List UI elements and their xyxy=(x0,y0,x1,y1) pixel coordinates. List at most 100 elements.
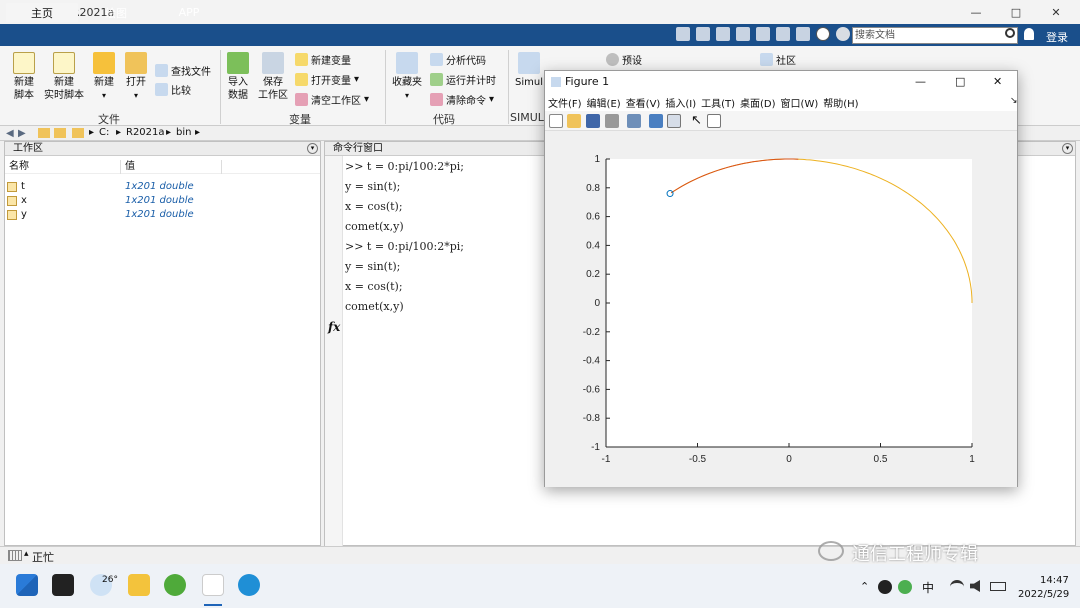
analyze-code-button[interactable]: 分析代码 xyxy=(430,51,486,67)
workspace-actions-icon[interactable]: ▾ xyxy=(307,143,318,154)
close-button[interactable]: ✕ xyxy=(1037,0,1075,24)
col-name-header[interactable]: 名称 xyxy=(9,160,29,174)
new-variable-button[interactable]: 新建变量 xyxy=(295,51,351,67)
tab-home[interactable]: 主页 xyxy=(6,3,78,22)
help-quick-icon[interactable] xyxy=(816,27,830,41)
save-figure-icon[interactable] xyxy=(586,114,600,128)
bell-icon[interactable] xyxy=(1024,28,1034,40)
compare-button[interactable]: 比较 xyxy=(155,81,191,97)
task-view-icon[interactable] xyxy=(52,574,74,596)
cut-quick-icon[interactable] xyxy=(696,27,710,41)
redo-quick-icon[interactable] xyxy=(776,27,790,41)
open-button[interactable]: 打开 ▾ xyxy=(122,52,150,102)
open-file-icon[interactable] xyxy=(567,114,581,128)
figure-maximize-button[interactable]: □ xyxy=(955,75,965,88)
find-files-button[interactable]: 查找文件 xyxy=(155,62,211,78)
wechat-icon xyxy=(818,541,844,561)
y-tick-label: 0.4 xyxy=(586,240,600,251)
workspace-row[interactable]: y 1x201 double xyxy=(5,208,320,222)
menu-file[interactable]: 文件(F) xyxy=(548,95,582,110)
preferences-button[interactable]: 预设 xyxy=(606,51,642,67)
qq-icon[interactable] xyxy=(878,580,892,594)
undo-quick-icon[interactable] xyxy=(756,27,770,41)
run-and-time-button[interactable]: 运行并计时 xyxy=(430,71,496,87)
paste-quick-icon[interactable] xyxy=(736,27,750,41)
community-button[interactable]: 社区 xyxy=(760,51,796,67)
section-variable-label: 变量 xyxy=(289,113,311,126)
find-files-label: 查找文件 xyxy=(171,66,211,78)
path-segment-bin[interactable]: bin xyxy=(176,127,191,138)
colorbar-icon[interactable] xyxy=(649,114,663,128)
clear-workspace-button[interactable]: 清空工作区 ▾ xyxy=(295,91,369,107)
ribbon-divider xyxy=(508,50,509,124)
edge-browser-icon[interactable] xyxy=(238,574,260,596)
ime-indicator[interactable]: 中 xyxy=(922,579,934,596)
col-value-header[interactable]: 值 xyxy=(125,160,135,174)
new-button[interactable]: 新建 ▾ xyxy=(90,52,118,102)
switch-windows-icon[interactable] xyxy=(796,27,810,41)
open-variable-button[interactable]: 打开变量 ▾ xyxy=(295,71,359,87)
path-segment-r2021a[interactable]: R2021a xyxy=(126,127,165,138)
import-data-button[interactable]: 导入 数据 xyxy=(224,52,252,102)
copy-quick-icon[interactable] xyxy=(716,27,730,41)
property-inspector-icon[interactable] xyxy=(707,114,721,128)
dock-arrow-icon[interactable]: ↘ xyxy=(1010,96,1018,106)
pointer-icon[interactable]: ↖ xyxy=(691,113,702,128)
variable-value: 1x201 double xyxy=(125,181,194,192)
link-plot-icon[interactable] xyxy=(627,114,641,128)
print-icon[interactable] xyxy=(605,114,619,128)
favorites-button[interactable]: 收藏夹 ▾ xyxy=(389,52,425,102)
new-live-script-button[interactable]: 新建 实时脚本 xyxy=(42,52,86,102)
clock-date[interactable]: 2022/5/29 xyxy=(1018,589,1069,600)
menu-edit[interactable]: 编辑(E) xyxy=(587,95,621,110)
path-segment-drive[interactable]: C: xyxy=(99,127,109,138)
doc-search-input[interactable]: 搜索文档 xyxy=(852,27,1018,44)
login-link[interactable]: 登录 xyxy=(1046,29,1068,45)
tab-apps[interactable]: APP xyxy=(160,3,218,22)
menu-tools[interactable]: 工具(T) xyxy=(701,95,735,110)
figure-close-button[interactable]: ✕ xyxy=(993,75,1002,88)
function-prompt-icon[interactable]: fx xyxy=(328,320,340,334)
workspace-column-headers: 名称 值 xyxy=(5,160,320,174)
tray-app-icon[interactable] xyxy=(898,580,912,594)
clear-commands-label: 清除命令 xyxy=(446,95,486,107)
menu-desktop[interactable]: 桌面(D) xyxy=(740,95,776,110)
battery-icon[interactable] xyxy=(990,582,1006,591)
workspace-row[interactable]: x 1x201 double xyxy=(5,194,320,208)
status-dropdown-icon[interactable]: ▴ xyxy=(24,549,29,559)
command-window-actions-icon[interactable]: ▾ xyxy=(1062,143,1073,154)
command-line: >> t = 0:pi/100:2*pi; xyxy=(345,160,464,173)
clear-commands-button[interactable]: 清除命令 ▾ xyxy=(430,91,494,107)
folder-icon xyxy=(125,52,147,74)
back-arrow-icon[interactable]: ◀ xyxy=(6,128,14,139)
menu-insert[interactable]: 插入(I) xyxy=(665,95,696,110)
browse-folder-icon[interactable] xyxy=(54,128,66,138)
save-quick-icon[interactable] xyxy=(676,27,690,41)
simulink-button[interactable]: Simul xyxy=(514,52,544,89)
wifi-icon[interactable] xyxy=(950,580,964,592)
menu-view[interactable]: 查看(V) xyxy=(626,95,661,110)
clock-time[interactable]: 14:47 xyxy=(1040,575,1069,586)
menu-window[interactable]: 窗口(W) xyxy=(781,95,819,110)
legend-icon[interactable] xyxy=(667,114,681,128)
minimize-button[interactable]: — xyxy=(957,0,995,24)
file-explorer-icon[interactable] xyxy=(128,574,150,596)
up-folder-icon[interactable] xyxy=(38,128,50,138)
forward-arrow-icon[interactable]: ▶ xyxy=(18,128,26,139)
start-icon[interactable] xyxy=(16,574,38,596)
new-script-button[interactable]: 新建 脚本 xyxy=(8,52,40,102)
search-icon[interactable] xyxy=(1005,28,1015,38)
matlab-taskbar-icon[interactable] xyxy=(202,574,224,596)
new-figure-icon[interactable] xyxy=(549,114,563,128)
save-workspace-button[interactable]: 保存 工作区 xyxy=(256,52,290,102)
menu-help[interactable]: 帮助(H) xyxy=(823,95,858,110)
figure-minimize-button[interactable]: — xyxy=(915,75,926,88)
tray-overflow-icon[interactable]: ⌃ xyxy=(860,580,869,593)
maximize-button[interactable]: □ xyxy=(997,0,1035,24)
tab-plots[interactable]: 绘图 xyxy=(86,3,146,22)
ie-browser-icon[interactable] xyxy=(164,574,186,596)
search-options-icon[interactable] xyxy=(836,27,850,41)
analyze-code-icon xyxy=(430,52,443,66)
comet-plot-chart[interactable]: -1 -0.5 0 0.5 1 1 0.8 0.6 0.4 0.2 0 -0.2 -0.4 -0.6 -0.… xyxy=(545,131,1017,487)
workspace-row[interactable]: t 1x201 double xyxy=(5,180,320,194)
